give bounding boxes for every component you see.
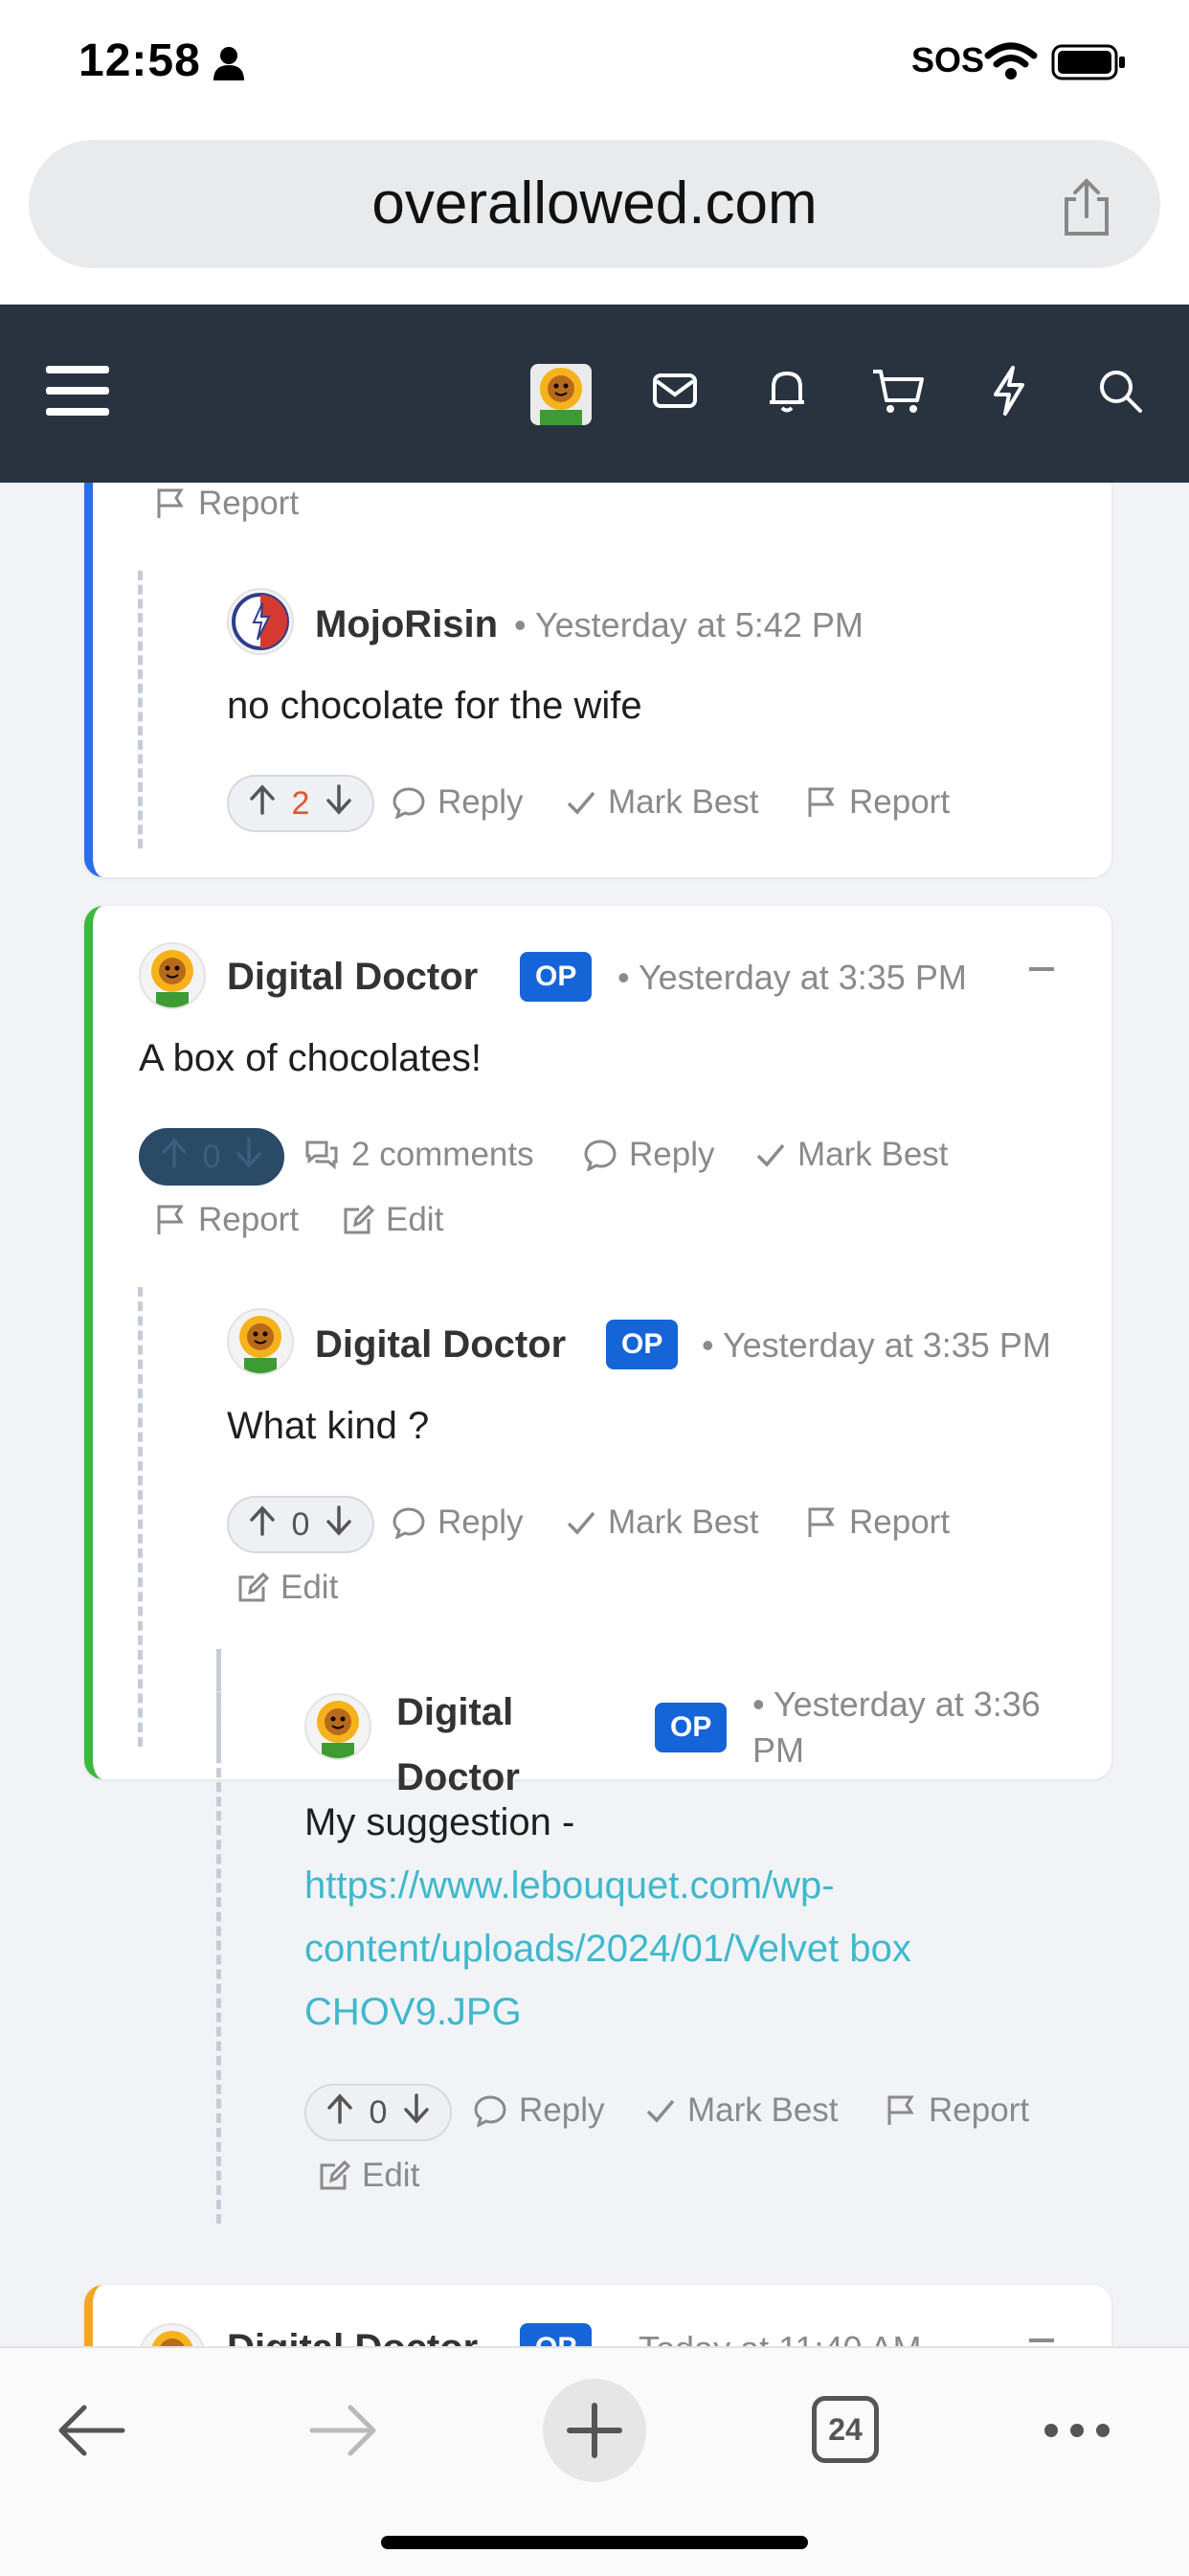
forward-arrow-icon[interactable] [308, 2402, 379, 2464]
plus-icon [567, 2403, 622, 2458]
edit-action[interactable]: Edit [318, 2157, 419, 2195]
edit-icon [320, 2159, 350, 2190]
post-time: • Yesterday at 3:36 PM [752, 1682, 1041, 1774]
tabs-button[interactable]: 24 [812, 2396, 879, 2463]
vote-count: 0 [369, 2093, 388, 2131]
post-time: Today at 11:40 AM [639, 2329, 922, 2346]
author-name-line1: Digital [396, 1691, 514, 1733]
report-action[interactable]: Report [885, 2091, 1029, 2130]
downvote-arrow-icon[interactable] [402, 2092, 431, 2133]
back-arrow-icon[interactable] [56, 2402, 126, 2464]
reply2-text-layer: Digital Doctor OP • Yesterday at 3:36 PM… [0, 0, 1189, 2346]
op-badge: OP [520, 2323, 593, 2346]
comment-text: My suggestion - https://www.lebouquet.co… [304, 1791, 911, 2044]
reply-action[interactable]: Reply [473, 2091, 604, 2130]
more-options-icon[interactable] [1043, 2423, 1110, 2443]
comment-text-line: My suggestion - [304, 1801, 575, 1843]
avatar-sunflower [139, 2323, 206, 2346]
vote-widget: 0 [304, 2084, 452, 2141]
upvote-arrow-icon[interactable] [325, 2092, 354, 2133]
post-time-line1: • Yesterday at 3:36 [752, 1684, 1041, 1724]
flag-icon [887, 2095, 914, 2125]
collapse-icon[interactable] [1029, 2339, 1054, 2342]
checkmark-icon [646, 2099, 675, 2123]
comment-card-orange: Digital Doctor OP Today at 11:40 AM [84, 2285, 1111, 2346]
op-badge: OP [655, 1703, 728, 1752]
link-line2[interactable]: content/uploads/2024/01/Velvet box [304, 1928, 911, 1970]
mark-best-action[interactable]: Mark Best [645, 2091, 839, 2130]
new-tab-button[interactable] [543, 2379, 646, 2482]
author-name[interactable]: Digital Doctor [227, 2327, 478, 2346]
speech-bubble-icon [474, 2095, 506, 2127]
link-line3[interactable]: CHOV9.JPG [304, 1991, 522, 2033]
reply2-full-rail [216, 1653, 221, 2224]
home-indicator [381, 2536, 808, 2549]
post-time-line2: PM [752, 1730, 804, 1770]
link-line1[interactable]: https://www.lebouquet.com/wp- [304, 1864, 835, 1907]
